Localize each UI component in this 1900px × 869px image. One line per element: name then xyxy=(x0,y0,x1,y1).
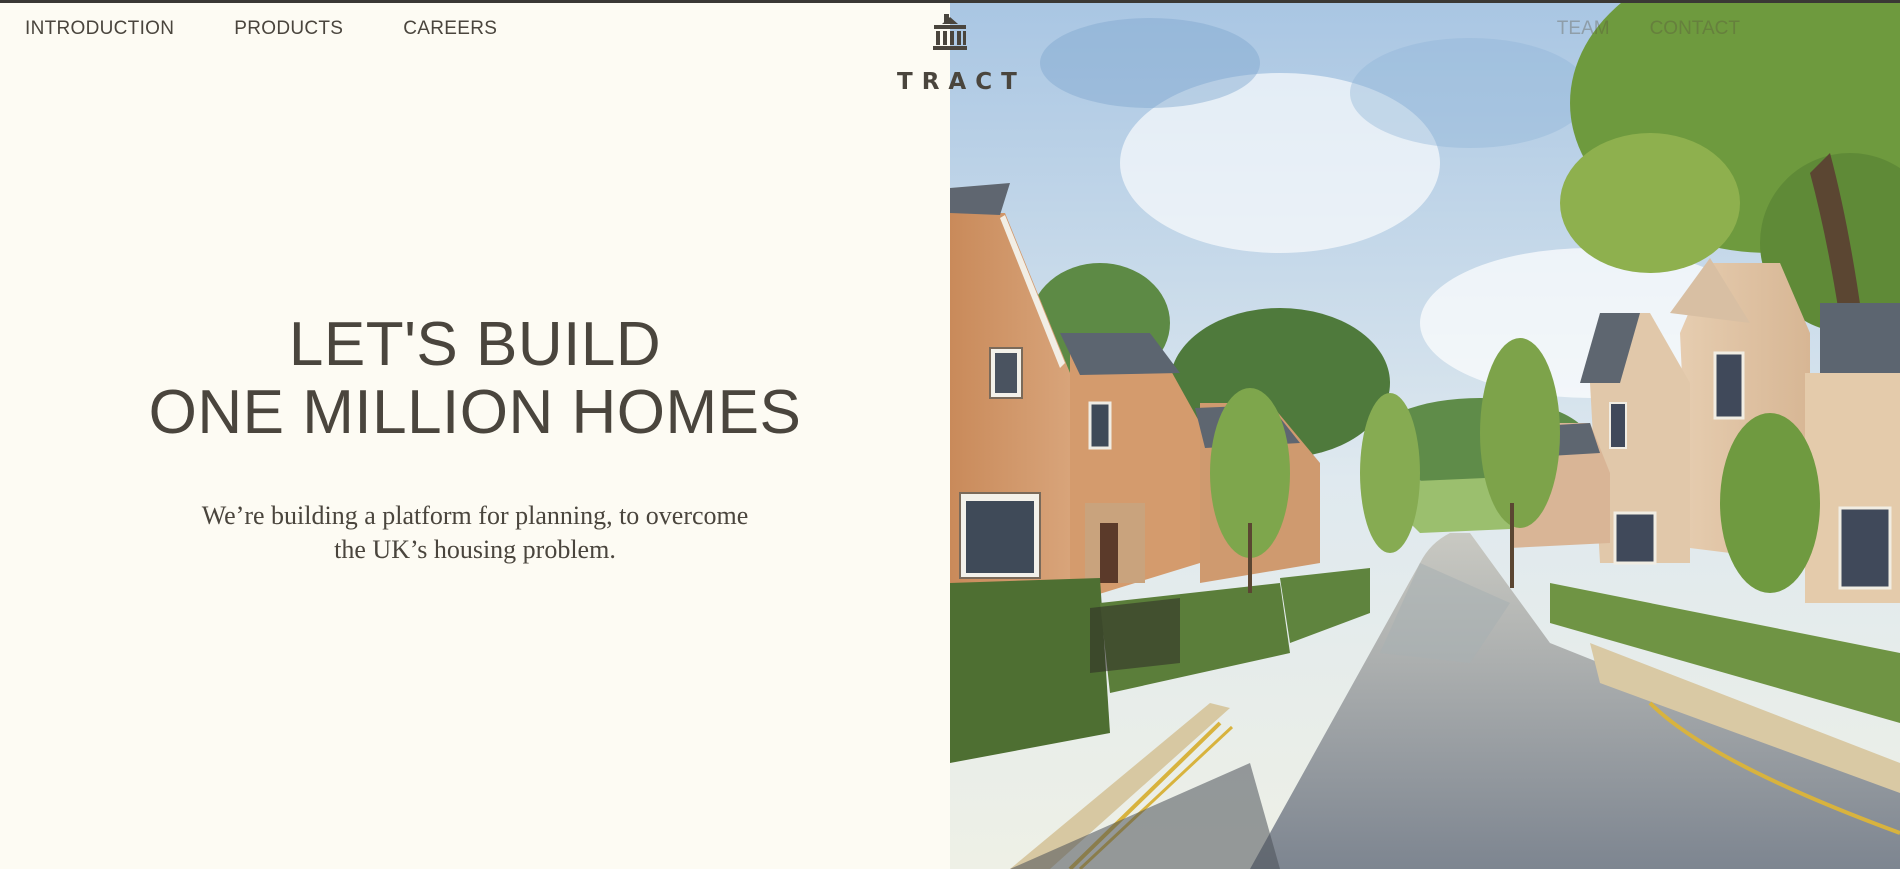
page: LET'S BUILD ONE MILLION HOMES We’re buil… xyxy=(0,3,1900,869)
brand-wordmark: TRACT xyxy=(897,69,1026,95)
hero-title-line-1: LET'S BUILD xyxy=(288,310,662,379)
hero-title: LET'S BUILD ONE MILLION HOMES xyxy=(0,311,950,447)
building-icon xyxy=(933,14,967,50)
secondary-nav: TEAM CONTACT xyxy=(1557,18,1740,40)
primary-nav: INTRODUCTION PRODUCTS CAREERS xyxy=(25,18,497,40)
nav-careers[interactable]: CAREERS xyxy=(403,18,497,40)
hero-section: LET'S BUILD ONE MILLION HOMES We’re buil… xyxy=(0,311,950,567)
hero-panel: LET'S BUILD ONE MILLION HOMES We’re buil… xyxy=(0,3,950,869)
brand-logo[interactable]: TRACT xyxy=(888,13,1026,95)
nav-contact[interactable]: CONTACT xyxy=(1650,18,1740,40)
hero-illustration xyxy=(950,3,1900,869)
nav-team[interactable]: TEAM xyxy=(1557,18,1610,40)
nav-introduction[interactable]: INTRODUCTION xyxy=(25,18,174,40)
hero-title-line-2: ONE MILLION HOMES xyxy=(148,378,802,447)
hero-subtitle: We’re building a platform for planning, … xyxy=(201,501,749,564)
nav-products[interactable]: PRODUCTS xyxy=(234,18,343,40)
